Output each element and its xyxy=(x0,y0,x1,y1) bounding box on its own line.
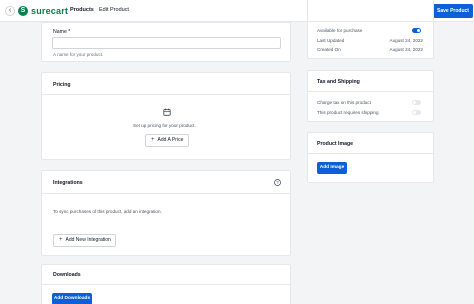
arrow-left-icon: ‹ xyxy=(8,7,12,14)
charge-tax-toggle[interactable] xyxy=(412,100,421,105)
pricing-title: Pricing xyxy=(53,82,71,88)
pricing-divider xyxy=(42,94,290,95)
add-downloads-button[interactable]: Add Downloads xyxy=(52,293,92,304)
surecart-logo[interactable]: S surecart xyxy=(18,5,68,17)
tax-shipping-card: Tax and Shipping Charge tax on this prod… xyxy=(307,70,434,122)
downloads-divider xyxy=(42,284,290,285)
plus-icon: + xyxy=(151,137,155,143)
tax-shipping-title: Tax and Shipping xyxy=(317,79,360,85)
add-image-button[interactable]: Add Image xyxy=(317,162,347,174)
integrations-card: Integrations ? To sync purchases of this… xyxy=(41,170,291,256)
charge-tax-label: Charge tax on this product xyxy=(317,100,371,105)
status-divider xyxy=(308,21,433,22)
breadcrumb-separator: › xyxy=(92,7,94,13)
back-button[interactable]: ‹ xyxy=(5,6,15,16)
created-on-value: August 24, 2022 xyxy=(389,47,423,52)
status-card: Available for purchase Last Updated Augu… xyxy=(307,0,434,59)
name-label: Name * xyxy=(53,29,71,35)
product-image-divider xyxy=(308,153,433,154)
add-integration-label: Add New Integration xyxy=(65,237,111,243)
calendar-icon xyxy=(163,108,171,116)
breadcrumb-current: Edit Product xyxy=(99,7,129,13)
tax-shipping-divider xyxy=(308,91,433,92)
breadcrumb-separator: › xyxy=(63,7,65,13)
available-toggle[interactable] xyxy=(412,28,421,33)
pricing-card: Pricing Set up pricing for your product.… xyxy=(41,72,291,160)
plus-icon: + xyxy=(59,237,63,243)
product-image-card: Product Image Add Image xyxy=(307,132,434,183)
last-updated-value: August 24, 2022 xyxy=(389,38,423,43)
requires-shipping-label: This product requires shipping xyxy=(317,110,379,115)
add-integration-button[interactable]: + Add New Integration xyxy=(53,234,116,247)
breadcrumb-products[interactable]: Products xyxy=(70,7,94,13)
integrations-text: To sync purchases of this product, add a… xyxy=(53,209,162,214)
downloads-title: Downloads xyxy=(53,272,81,278)
question-circle-icon[interactable]: ? xyxy=(274,179,281,186)
downloads-card: Downloads Add Downloads xyxy=(41,264,291,304)
last-updated-label: Last Updated xyxy=(317,38,345,43)
logo-mark-icon: S xyxy=(18,6,28,16)
product-image-title: Product Image xyxy=(317,141,354,147)
name-card: Name * A name for your product. xyxy=(41,22,291,62)
integrations-divider xyxy=(42,193,290,194)
integrations-title: Integrations xyxy=(53,180,83,186)
save-product-button[interactable]: Save Product xyxy=(433,4,473,18)
requires-shipping-toggle[interactable] xyxy=(412,110,421,115)
svg-text:?: ? xyxy=(276,180,279,185)
add-price-button[interactable]: + Add A Price xyxy=(145,134,189,147)
created-on-label: Created On xyxy=(317,47,341,52)
available-label: Available for purchase xyxy=(317,28,363,33)
name-help-text: A name for your product. xyxy=(53,52,104,57)
pricing-empty-text: Set up pricing for your product. xyxy=(133,123,196,128)
name-input[interactable] xyxy=(52,37,281,49)
add-price-label: Add A Price xyxy=(157,137,184,143)
